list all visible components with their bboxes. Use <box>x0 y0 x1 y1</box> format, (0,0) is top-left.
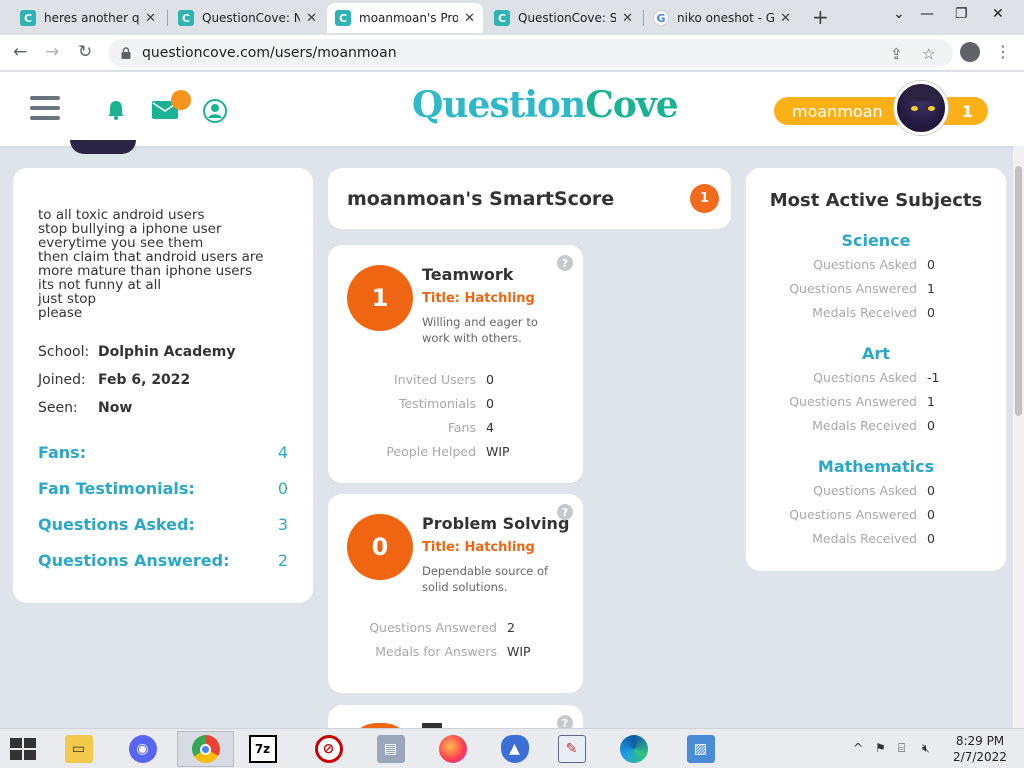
stat-questions-asked[interactable]: Questions Asked: 3 <box>38 515 288 534</box>
browser-tab[interactable]: G niko oneshot - Go ✕ <box>645 3 799 33</box>
blocked-app-icon[interactable]: ⊘ <box>300 731 357 767</box>
browser-menu-icon[interactable]: ⋮ <box>995 42 1011 61</box>
problem-solving-card: ? 0 Problem Solving Title: Hatchling Dep… <box>328 494 583 693</box>
browser-tab-strip: C heres another qu ✕ C QuestionCove: No … <box>0 0 1024 35</box>
minimize-icon[interactable]: — <box>920 6 934 22</box>
help-icon[interactable]: ? <box>557 255 573 271</box>
skill-description: Willing and eager to work with others. <box>422 315 538 345</box>
close-tab-icon[interactable]: ✕ <box>780 11 791 26</box>
bell-icon[interactable] <box>105 99 127 121</box>
photos-icon[interactable]: ▨ <box>672 731 729 767</box>
bio-text: to all toxic android users stop bullying… <box>38 207 264 321</box>
windows-taskbar: ▭ ◉ 7z ⊘ ▤ ▲ ✎ ▨ ^ ⚑ ⌸ 🔇︎ 8:29 PM 2/7/20… <box>0 728 1024 768</box>
school-value: Dolphin Academy <box>98 344 236 360</box>
joined-row: Joined: Feb 6, 2022 <box>38 372 191 388</box>
new-tab-button[interactable]: + <box>812 5 829 29</box>
close-window-icon[interactable]: ✕ <box>992 6 1004 22</box>
system-app-icon[interactable]: ▤ <box>362 731 419 767</box>
edge-icon[interactable] <box>605 731 662 767</box>
subject-name[interactable]: Science <box>746 231 1006 250</box>
teamwork-card: ? 1 Teamwork Title: Hatchling Willing an… <box>328 245 583 483</box>
skill-name: Problem Solving <box>422 514 570 533</box>
forward-icon[interactable]: → <box>45 42 59 62</box>
page-scrollbar[interactable] <box>1013 146 1024 728</box>
skill-score-circle: 1 <box>347 265 413 331</box>
scrollbar-thumb[interactable] <box>1015 166 1022 416</box>
seen-value: Now <box>98 400 133 416</box>
restore-icon[interactable]: ❐ <box>955 6 968 22</box>
questioncove-logo[interactable]: QuestionCove <box>412 84 679 126</box>
smartscore-title: moanmoan's SmartScore <box>347 188 615 210</box>
close-tab-icon[interactable]: ✕ <box>622 11 633 26</box>
tab-search-icon[interactable]: ⌄ <box>893 6 905 22</box>
back-icon[interactable]: ← <box>13 42 27 62</box>
user-profile-icon[interactable] <box>203 99 227 123</box>
network-icon[interactable]: ⌸ <box>898 741 905 756</box>
app-launcher-icon[interactable]: ▲ <box>486 731 543 767</box>
questioncove-icon: C <box>335 10 351 26</box>
skill-description: Dependable source of solid solutions. <box>422 564 549 594</box>
7zip-icon[interactable]: 7z <box>234 731 291 767</box>
flag-icon[interactable]: ⚑ <box>875 741 886 755</box>
smartscore-badge: 1 <box>690 184 719 213</box>
questioncove-icon: C <box>20 10 36 26</box>
subjects-heading: Most Active Subjects <box>769 190 983 211</box>
share-icon[interactable]: ⇪ <box>890 45 903 63</box>
notification-dot <box>171 90 191 110</box>
system-clock[interactable]: 8:29 PM 2/7/2022 <box>945 733 1015 765</box>
browser-profile-icon[interactable] <box>960 42 980 62</box>
profile-card: to all toxic android users stop bullying… <box>13 168 313 603</box>
close-tab-icon[interactable]: ✕ <box>306 11 317 26</box>
firefox-icon[interactable] <box>424 731 481 767</box>
close-tab-icon[interactable]: ✕ <box>464 11 475 26</box>
discord-icon[interactable]: ◉ <box>114 731 171 767</box>
chrome-icon[interactable] <box>177 731 234 767</box>
close-tab-icon[interactable]: ✕ <box>145 11 156 26</box>
subject-name[interactable]: Mathematics <box>746 457 1006 476</box>
windows-start-icon[interactable] <box>10 738 36 760</box>
questioncove-icon: C <box>494 10 510 26</box>
browser-tab-active[interactable]: C moanmoan's Prof ✕ <box>327 3 483 33</box>
skill-title: Title: Hatchling <box>422 291 535 306</box>
stat-fans[interactable]: Fans: 4 <box>38 443 288 462</box>
hamburger-menu-icon[interactable] <box>30 96 60 120</box>
smartscore-card: moanmoan's SmartScore 1 <box>328 168 731 229</box>
browser-tab[interactable]: C heres another qu ✕ <box>12 3 164 33</box>
school-row: School: Dolphin Academy <box>38 344 236 360</box>
bookmark-star-icon[interactable]: ☆ <box>922 45 935 63</box>
seen-row: Seen: Now <box>38 400 133 416</box>
skill-name: Teamwork <box>422 265 514 284</box>
skill-title: Title: Hatchling <box>422 540 535 555</box>
volume-muted-icon[interactable]: 🔇︎ <box>922 741 930 756</box>
file-explorer-icon[interactable]: ▭ <box>50 731 107 767</box>
stat-fan-testimonials[interactable]: Fan Testimonials: 0 <box>38 479 288 498</box>
active-subjects-card: Most Active Subjects Science Questions A… <box>746 168 1006 571</box>
reload-icon[interactable]: ↻ <box>78 42 92 62</box>
questioncove-icon: C <box>178 10 194 26</box>
address-bar: ← → ↻ questioncove.com/users/moanmoan ⇪ … <box>0 35 1024 71</box>
browser-tab[interactable]: C QuestionCove: No ✕ <box>170 3 325 33</box>
joined-value: Feb 6, 2022 <box>98 372 191 388</box>
paint-icon[interactable]: ✎ <box>543 731 600 767</box>
skill-score-circle: 0 <box>347 514 413 580</box>
tray-overflow-icon[interactable]: ^ <box>853 741 863 755</box>
lock-icon <box>121 47 131 59</box>
subject-name[interactable]: Art <box>746 344 1006 363</box>
google-icon: G <box>653 10 669 26</box>
avatar[interactable] <box>894 81 948 135</box>
profile-avatar <box>70 140 136 154</box>
stat-questions-answered[interactable]: Questions Answered: 2 <box>38 551 288 570</box>
user-pill[interactable]: moanmoan 1 <box>774 97 988 125</box>
username: moanmoan <box>792 101 883 121</box>
url-field[interactable]: questioncove.com/users/moanmoan <box>108 39 953 67</box>
user-points: 1 <box>961 101 973 121</box>
site-header: QuestionCove moanmoan 1 <box>0 72 1024 146</box>
browser-tab[interactable]: C QuestionCove: Se ✕ <box>486 3 641 33</box>
